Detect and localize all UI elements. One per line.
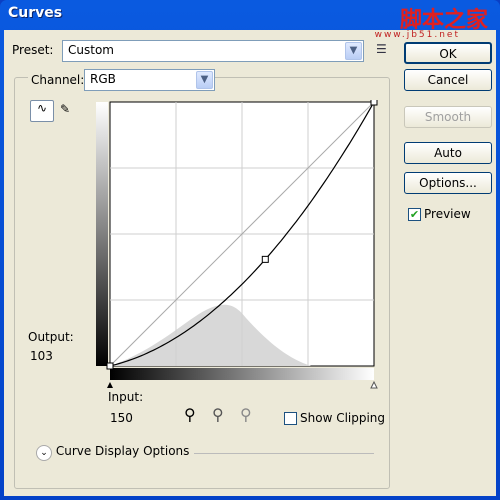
curve-point[interactable] <box>261 255 269 263</box>
output-value[interactable]: 103 <box>30 349 53 363</box>
curve-display-options-label: Curve Display Options <box>55 444 190 458</box>
preset-value: Custom <box>68 43 114 57</box>
checkbox-box <box>284 412 297 425</box>
expand-icon: ⌄ <box>36 445 52 461</box>
gray-eyedropper-icon[interactable]: ⚲ <box>212 405 224 424</box>
auto-button[interactable]: Auto <box>404 142 492 164</box>
curve-tool-icon[interactable]: ∿ <box>30 100 54 122</box>
channel-label: Channel: <box>28 73 88 87</box>
show-clipping-label: Show Clipping <box>300 411 386 425</box>
chevron-down-icon[interactable]: ▼ <box>196 71 213 89</box>
preview-checkbox[interactable]: ✔ Preview <box>408 207 471 221</box>
curves-dialog: Curves 脚本之家 www.jb51.net Preset: Custom … <box>0 0 500 500</box>
curve-display-options-toggle[interactable]: ⌄ Curve Display Options <box>36 444 189 461</box>
output-label: Output: <box>28 330 74 344</box>
show-clipping-checkbox[interactable]: Show Clipping <box>284 411 385 425</box>
ok-button[interactable]: OK <box>404 42 492 64</box>
preview-label: Preview <box>424 207 471 221</box>
input-value[interactable]: 150 <box>110 411 133 425</box>
preset-label: Preset: <box>12 43 54 57</box>
preset-options-icon[interactable]: ☰ <box>376 42 387 56</box>
window-title: Curves <box>8 5 63 21</box>
preset-select[interactable]: Custom ▼ <box>62 40 364 62</box>
check-icon: ✔ <box>408 208 421 221</box>
curves-graph[interactable] <box>96 100 382 390</box>
dialog-body: Preset: Custom ▼ ☰ OK Cancel Smooth Auto… <box>4 30 496 496</box>
curve-point[interactable] <box>106 362 114 370</box>
channel-value: RGB <box>90 72 116 86</box>
divider <box>194 453 374 454</box>
pencil-icon[interactable]: ✎ <box>60 102 70 116</box>
input-label: Input: <box>108 390 144 404</box>
watermark-url: www.jb51.net <box>374 30 460 40</box>
chevron-down-icon[interactable]: ▼ <box>345 42 362 60</box>
channel-select[interactable]: RGB ▼ <box>84 69 215 91</box>
curve-point[interactable] <box>370 100 378 106</box>
smooth-button[interactable]: Smooth <box>404 106 492 128</box>
white-point-slider[interactable] <box>370 380 378 389</box>
white-eyedropper-icon[interactable]: ⚲ <box>240 405 252 424</box>
black-point-slider[interactable] <box>107 382 113 388</box>
output-gradient-bar <box>96 102 108 366</box>
black-eyedropper-icon[interactable]: ⚲ <box>184 405 196 424</box>
cancel-button[interactable]: Cancel <box>404 69 492 91</box>
input-gradient-bar <box>110 368 374 380</box>
options-button[interactable]: Options... <box>404 172 492 194</box>
